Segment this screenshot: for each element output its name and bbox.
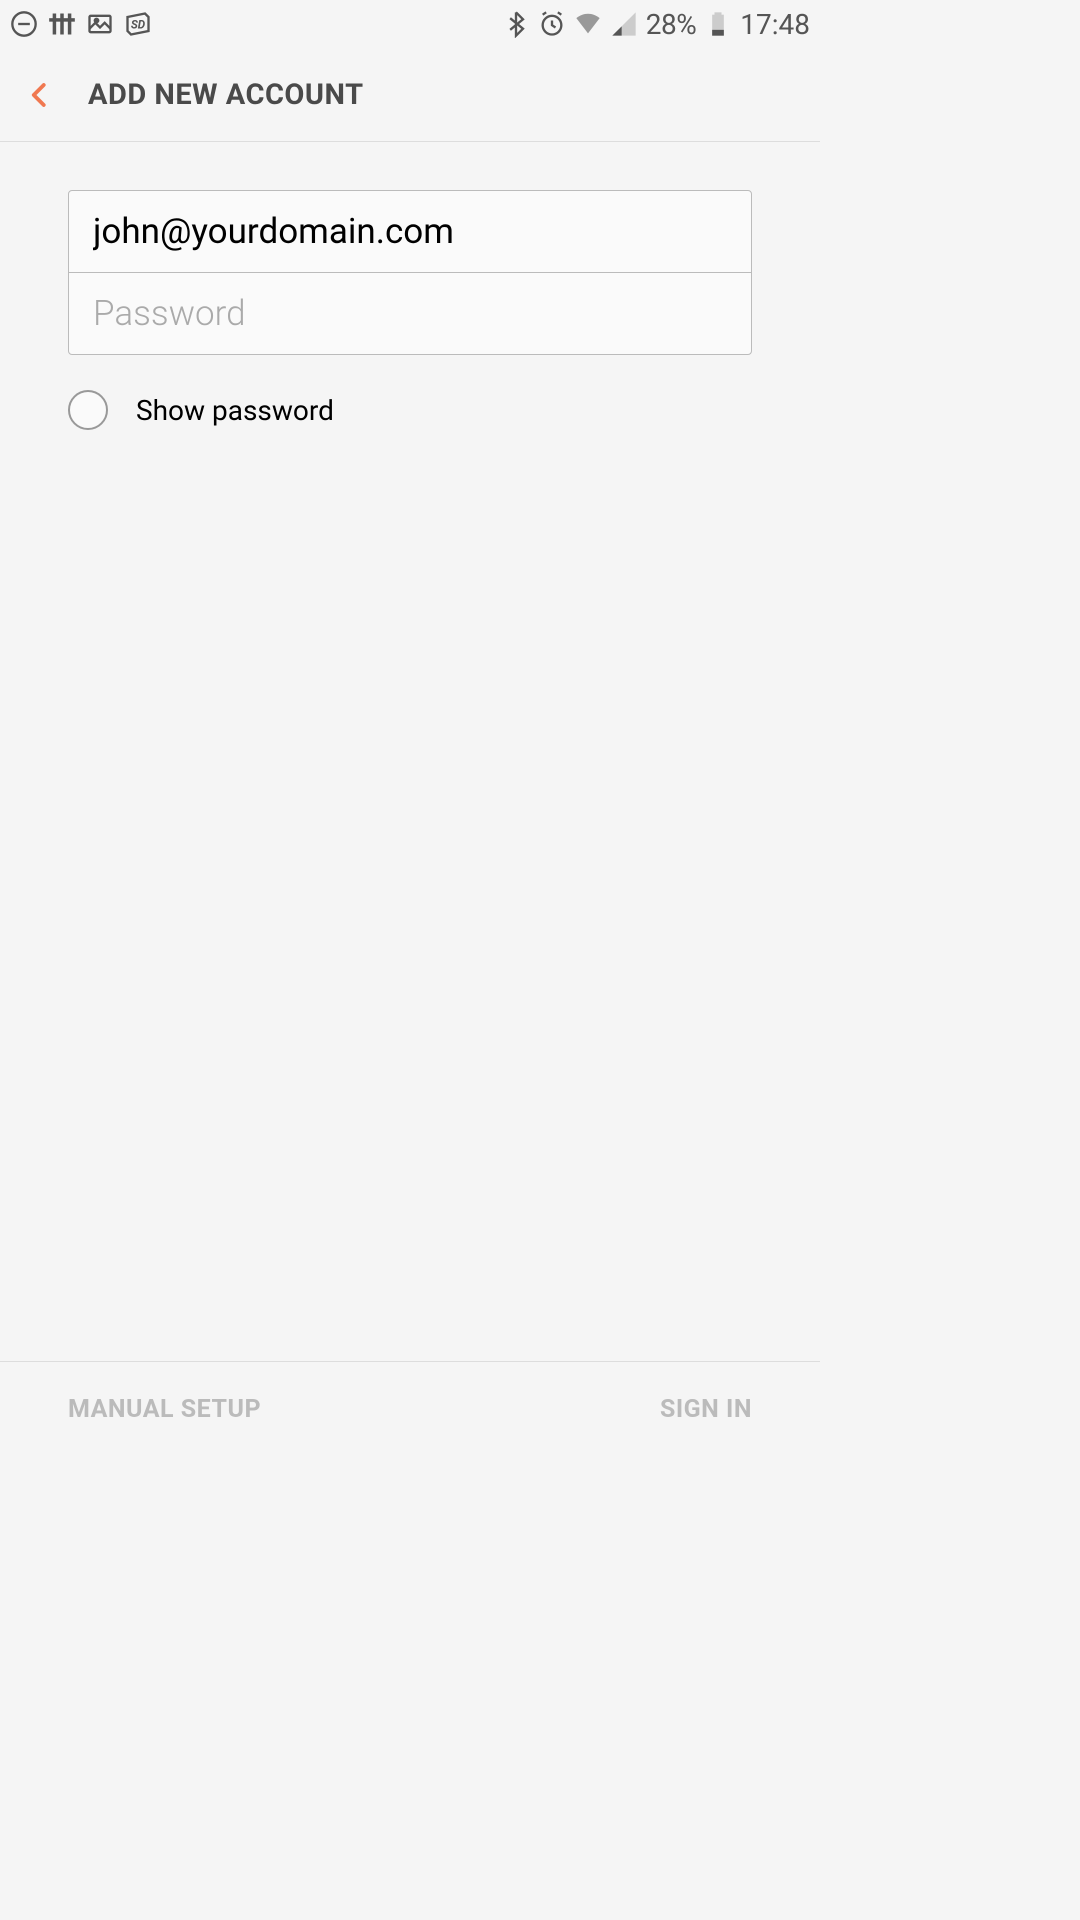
manual-setup-button[interactable]: MANUAL SETUP [68,1395,261,1424]
carrier-icon [48,10,76,38]
form-content: Show password [0,142,820,430]
alarm-icon [538,10,566,38]
page-title: ADD NEW ACCOUNT [88,78,364,112]
status-bar: SD 28% 17:48 [0,0,820,48]
do-not-disturb-icon [10,10,38,38]
app-bar: ADD NEW ACCOUNT [0,48,820,142]
signal-icon [610,10,638,38]
bottom-bar: MANUAL SETUP SIGN IN [0,1361,820,1457]
bluetooth-icon [502,10,530,38]
status-bar-right: 28% 17:48 [502,8,810,41]
sd-card-icon: SD [124,10,152,38]
chevron-left-icon [25,75,55,115]
sign-in-button[interactable]: SIGN IN [660,1395,752,1424]
svg-text:SD: SD [131,18,146,32]
back-button[interactable] [20,75,60,115]
password-input[interactable] [69,273,751,354]
input-group [68,190,752,355]
status-time: 17:48 [740,8,810,41]
picture-icon [86,10,114,38]
battery-percent: 28% [646,8,696,41]
wifi-icon [574,10,602,38]
show-password-label: Show password [136,394,334,427]
email-input[interactable] [69,191,751,272]
battery-icon [704,10,732,38]
show-password-row[interactable]: Show password [68,390,752,430]
show-password-checkbox[interactable] [68,390,108,430]
status-bar-left: SD [10,10,152,38]
